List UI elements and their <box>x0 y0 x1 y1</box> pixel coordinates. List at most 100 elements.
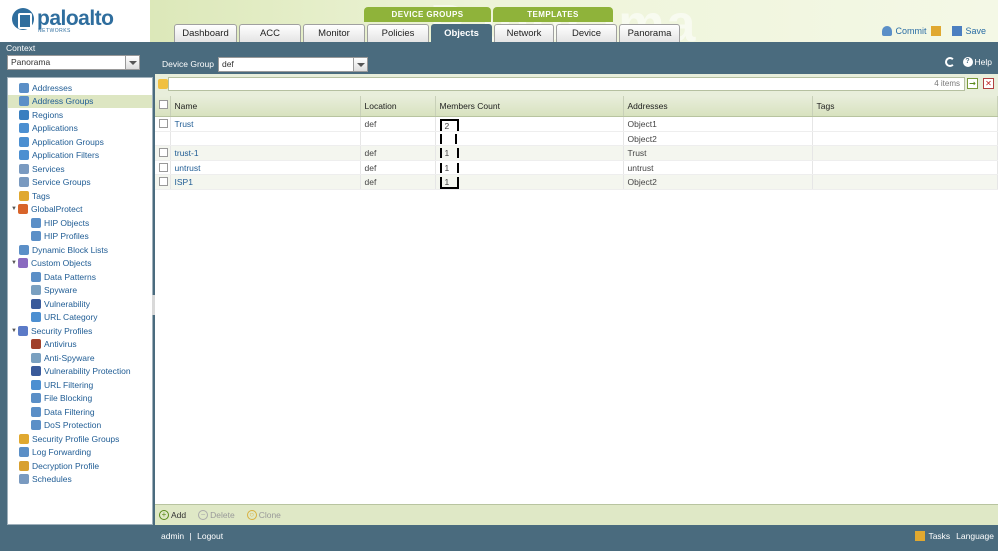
tasks-link[interactable]: Tasks <box>928 531 950 541</box>
tab-dashboard[interactable]: Dashboard <box>174 24 237 42</box>
sidebar-item-data-patterns[interactable]: Data Patterns <box>8 270 152 284</box>
address-cell: untrust <box>623 160 813 175</box>
tags-cell <box>812 145 998 161</box>
sidebar-item-hip-profiles[interactable]: HIP Profiles <box>8 230 152 244</box>
sidebar-item-url-filtering[interactable]: URL Filtering <box>8 378 152 392</box>
tab-acc[interactable]: ACC <box>239 24 301 42</box>
sidebar-item-label: Address Groups <box>32 96 94 107</box>
refresh-icon[interactable] <box>944 57 955 67</box>
select-all-header <box>155 96 171 117</box>
sidebar-item-dynamic-block-lists[interactable]: Dynamic Block Lists <box>8 243 152 257</box>
row-checkbox[interactable] <box>159 118 168 128</box>
sidebar-item-url-category[interactable]: URL Category <box>8 311 152 325</box>
group-name-link[interactable]: ISP1 <box>175 177 193 187</box>
spyware-icon <box>31 285 41 296</box>
row-checkbox[interactable] <box>159 148 168 157</box>
sidebar-item-spyware[interactable]: Spyware <box>8 284 152 298</box>
group-name-link[interactable]: trust-1 <box>175 148 199 158</box>
tree-toggle-icon[interactable]: ▼ <box>10 205 18 213</box>
help-link[interactable]: Help <box>975 57 992 67</box>
chevron-down-icon[interactable] <box>125 56 139 69</box>
row-select-cell <box>155 145 171 161</box>
add-button[interactable]: + Add <box>159 510 186 520</box>
chevron-down-icon[interactable] <box>352 57 367 71</box>
tasks-icon[interactable] <box>915 531 926 541</box>
clear-filter-button[interactable]: ✕ <box>983 78 994 89</box>
column-addresses[interactable]: Addresses <box>623 96 813 117</box>
select-all-checkbox[interactable] <box>159 100 168 110</box>
regions-icon <box>19 109 29 120</box>
help-icon[interactable]: ? <box>962 57 973 67</box>
delete-button[interactable]: − Delete <box>198 510 235 520</box>
sidebar-item-security-profiles[interactable]: ▼ Security Profiles <box>8 324 152 338</box>
language-link[interactable]: Language <box>956 531 994 541</box>
group-name-link[interactable]: Trust <box>175 119 194 129</box>
tab-objects[interactable]: Objects <box>431 24 492 42</box>
sidebar-item-schedules[interactable]: Schedules <box>8 473 152 487</box>
clone-button[interactable]: ○ Clone <box>246 510 281 520</box>
tab-panorama[interactable]: Panorama <box>619 24 680 42</box>
sidebar-item-application-filters[interactable]: Application Filters <box>8 149 152 163</box>
sidebar-item-decryption-profile[interactable]: Decryption Profile <box>8 459 152 473</box>
sidebar-item-custom-objects[interactable]: ▼ Custom Objects <box>8 257 152 271</box>
tab-device[interactable]: Device <box>556 24 617 42</box>
sidebar-item-services[interactable]: Services <box>8 162 152 176</box>
application-groups-icon <box>19 136 29 147</box>
members-count-outline <box>439 133 457 144</box>
tree-toggle-icon[interactable]: ▼ <box>10 327 18 335</box>
sidebar-item-vulnerability-protection[interactable]: Vulnerability Protection <box>8 365 152 379</box>
filter-input[interactable]: 4 items <box>168 77 965 91</box>
sidebar-item-label: Anti-Spyware <box>44 352 95 363</box>
sidebar-item-addresses[interactable]: Addresses <box>8 81 152 95</box>
column-members-count[interactable]: Members Count <box>435 96 624 117</box>
row-checkbox[interactable] <box>159 162 168 172</box>
sidebar-item-dos-protection[interactable]: DoS Protection <box>8 419 152 433</box>
status-bar: admin | Logout Tasks Language <box>0 525 998 551</box>
sidebar-item-log-forwarding[interactable]: Log Forwarding <box>8 446 152 460</box>
sidebar-item-label: URL Filtering <box>44 379 94 390</box>
table-row[interactable]: untrust def 1 untrust <box>155 160 998 175</box>
location-cell: def <box>360 145 436 161</box>
column-tags[interactable]: Tags <box>812 96 998 117</box>
row-checkbox[interactable] <box>159 177 168 186</box>
sidebar-item-label: HIP Profiles <box>44 231 89 242</box>
sidebar-item-applications[interactable]: Applications <box>8 122 152 136</box>
sidebar-item-label: Application Groups <box>32 136 104 147</box>
lock-icon[interactable] <box>931 26 942 36</box>
address-cell: Trust <box>623 145 813 161</box>
sidebar-item-regions[interactable]: Regions <box>8 108 152 122</box>
save-button[interactable]: Save <box>952 26 986 36</box>
commit-button[interactable]: Commit <box>882 26 944 36</box>
table-row[interactable]: Object2 <box>155 131 998 146</box>
tab-monitor[interactable]: Monitor <box>303 24 365 42</box>
device-group-select[interactable]: def <box>217 56 368 72</box>
sidebar-item-service-groups[interactable]: Service Groups <box>8 176 152 190</box>
column-name[interactable]: Name <box>170 96 361 117</box>
table-row[interactable]: trust-1 def 1 Trust <box>155 145 998 161</box>
tab-policies[interactable]: Policies <box>367 24 429 42</box>
sidebar-item-hip-objects[interactable]: HIP Objects <box>8 216 152 230</box>
context-select[interactable]: Panorama <box>7 55 140 70</box>
sidebar-item-anti-spyware[interactable]: Anti-Spyware <box>8 351 152 365</box>
tree-toggle-icon[interactable]: ▼ <box>10 259 18 267</box>
sidebar-item-address-groups[interactable]: Address Groups <box>8 94 152 108</box>
sidebar-item-antivirus[interactable]: Antivirus <box>8 338 152 352</box>
sidebar-item-application-groups[interactable]: Application Groups <box>8 135 152 149</box>
table-row[interactable]: ISP1 def 1 Object2 <box>155 174 998 190</box>
tab-network[interactable]: Network <box>494 24 554 42</box>
table-row[interactable]: Trust def 2 Object1 <box>155 116 998 132</box>
logout-link[interactable]: Logout <box>197 531 223 541</box>
objects-sidebar: Addresses Address Groups Regions Applicatio… <box>7 77 153 525</box>
sidebar-item-globalprotect[interactable]: ▼ GlobalProtect <box>8 203 152 217</box>
sidebar-item-tags[interactable]: Tags <box>8 189 152 203</box>
sidebar-item-vulnerability[interactable]: Vulnerability <box>8 297 152 311</box>
column-location[interactable]: Location <box>360 96 436 117</box>
sidebar-item-file-blocking[interactable]: File Blocking <box>8 392 152 406</box>
sidebar-item-data-filtering[interactable]: Data Filtering <box>8 405 152 419</box>
members-count-cell: 2 <box>435 116 624 132</box>
sidebar-item-label: Custom Objects <box>31 258 92 269</box>
sidebar-item-label: HIP Objects <box>44 217 90 228</box>
group-name-link[interactable]: untrust <box>175 163 201 173</box>
sidebar-item-security-profile-groups[interactable]: Security Profile Groups <box>8 432 152 446</box>
apply-filter-button[interactable]: → <box>967 78 978 89</box>
